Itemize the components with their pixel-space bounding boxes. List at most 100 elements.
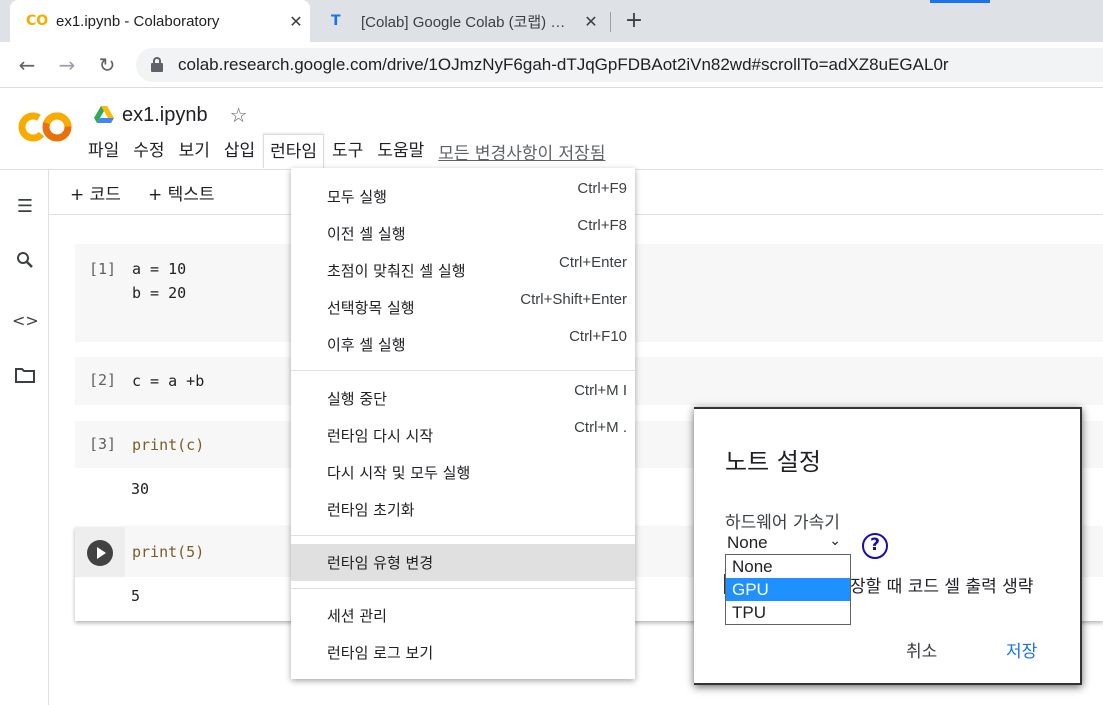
new-tab-button[interactable]: +: [618, 6, 650, 36]
menu-change-runtime-type[interactable]: 런타임 유형 변경: [291, 544, 635, 581]
menu-run-before[interactable]: 이전 셀 실행 Ctrl+F8: [291, 215, 635, 252]
omnibox[interactable]: colab.research.google.com/drive/1OJmzNyF…: [136, 48, 1103, 82]
code-line: b = 20: [132, 284, 187, 302]
hardware-accelerator-options: None GPU TPU: [725, 554, 851, 625]
colab-logo-icon[interactable]: [18, 110, 72, 144]
close-tab-icon[interactable]: ✕: [577, 12, 605, 31]
hardware-accelerator-select[interactable]: None ⌄: [727, 532, 845, 555]
hardware-accelerator-label: 하드웨어 가속기: [725, 513, 840, 533]
cancel-button[interactable]: 취소: [906, 637, 937, 662]
lock-icon: [150, 57, 164, 73]
menu-run-all[interactable]: 모두 실행 Ctrl+F9: [291, 178, 635, 215]
save-status-link[interactable]: 모든 변경사항이 저장됨: [438, 139, 605, 164]
tab-colab[interactable]: CO ex1.ipynb - Colaboratory ✕: [10, 0, 310, 42]
code-snippets-icon[interactable]: <>: [12, 308, 39, 334]
help-icon[interactable]: ?: [862, 533, 888, 559]
cell-prompt: [3]: [89, 435, 117, 453]
notebook-settings-dialog: 노트 설정 하드웨어 가속기 None ⌄ ? 장할 때 코드 셀 출력 생략 …: [694, 407, 1082, 685]
tab-title: [Colab] Google Colab (코랩) 환경: [361, 13, 577, 31]
notebook-title[interactable]: ex1.ipynb: [122, 104, 208, 127]
side-rail: ☰ <>: [0, 170, 49, 705]
url-text[interactable]: colab.research.google.com/drive/1OJmzNyF…: [178, 55, 949, 75]
menu-item-label: 이후 셀 실행: [327, 336, 406, 354]
add-code-button[interactable]: + 코드: [70, 180, 121, 205]
menu-bar: 파일 수정 보기 삽입 런타임 도구 도움말 모든 변경사항이 저장됨: [82, 134, 605, 168]
omit-output-label: 장할 때 코드 셀 출력 생략: [850, 577, 1034, 597]
table-of-contents-icon[interactable]: ☰: [12, 194, 38, 220]
menu-runtime[interactable]: 런타임: [263, 134, 325, 168]
folder-icon[interactable]: [12, 365, 38, 391]
menu-item-label: 실행 중단: [327, 390, 387, 408]
chevron-down-icon: ⌄: [829, 532, 841, 548]
tab-strip: CO ex1.ipynb - Colaboratory ✕ T [Colab] …: [0, 0, 1103, 42]
cell-prompt: [2]: [89, 371, 117, 389]
back-arrow-icon[interactable]: ←: [12, 50, 42, 80]
reload-icon[interactable]: ↻: [92, 50, 122, 80]
option-none[interactable]: None: [726, 555, 850, 578]
forward-arrow-icon[interactable]: →: [52, 50, 82, 80]
menu-item-shortcut: Ctrl+F8: [577, 217, 627, 234]
code-line: a = 10: [132, 260, 187, 278]
menu-separator: [291, 588, 635, 589]
cell-output: 30: [131, 480, 150, 498]
option-gpu[interactable]: GPU: [726, 578, 850, 601]
menu-separator: [291, 535, 635, 536]
menu-item-label: 다시 시작 및 모두 실행: [327, 464, 471, 482]
select-value: None: [727, 533, 768, 552]
tistory-favicon-icon: T: [331, 13, 341, 29]
tab-blog[interactable]: T [Colab] Google Colab (코랩) 환경 ✕: [315, 0, 605, 42]
dialog-title: 노트 설정: [725, 448, 821, 476]
menu-view[interactable]: 보기: [173, 134, 216, 168]
menu-help[interactable]: 도움말: [371, 134, 430, 168]
menu-item-label: 런타임 다시 시작: [327, 427, 434, 445]
tab-divider: [610, 12, 611, 32]
menu-manage-sessions[interactable]: 세션 관리: [291, 597, 635, 634]
tab-strip-accent: [930, 0, 990, 3]
menu-item-label: 초점이 맞춰진 셀 실행: [327, 262, 466, 280]
menu-interrupt[interactable]: 실행 중단 Ctrl+M I: [291, 380, 635, 417]
menu-item-label: 런타임 초기화: [327, 501, 415, 519]
menu-file[interactable]: 파일: [82, 134, 125, 168]
menu-tools[interactable]: 도구: [326, 134, 369, 168]
cell-code[interactable]: a = 10 b = 20: [132, 257, 186, 305]
menu-item-shortcut: Ctrl+M .: [574, 419, 627, 436]
menu-item-label: 모두 실행: [327, 188, 387, 206]
cell-code[interactable]: print(5): [132, 540, 204, 564]
add-text-button[interactable]: + 텍스트: [148, 180, 215, 205]
address-bar: ← → ↻ colab.research.google.com/drive/1O…: [0, 42, 1103, 88]
menu-factory-reset[interactable]: 런타임 초기화: [291, 491, 635, 528]
option-tpu[interactable]: TPU: [726, 601, 850, 624]
menu-item-label: 런타임 로그 보기: [327, 644, 434, 662]
menu-item-shortcut: Ctrl+Shift+Enter: [520, 291, 627, 308]
menu-restart-run-all[interactable]: 다시 시작 및 모두 실행: [291, 454, 635, 491]
menu-separator: [291, 370, 635, 371]
star-icon[interactable]: ☆: [230, 103, 248, 127]
search-icon[interactable]: [12, 251, 38, 277]
cell-prompt: [1]: [89, 260, 117, 278]
menu-view-runtime-logs[interactable]: 런타임 로그 보기: [291, 634, 635, 671]
menu-edit[interactable]: 수정: [127, 134, 170, 168]
menu-item-shortcut: Ctrl+F9: [577, 180, 627, 197]
menu-run-selection[interactable]: 선택항목 실행 Ctrl+Shift+Enter: [291, 289, 635, 326]
tab-title: ex1.ipynb - Colaboratory: [56, 12, 220, 30]
google-drive-icon[interactable]: [94, 106, 114, 124]
runtime-dropdown-menu: 모두 실행 Ctrl+F9 이전 셀 실행 Ctrl+F8 초점이 맞춰진 셀 …: [291, 168, 635, 679]
menu-item-label: 런타임 유형 변경: [327, 554, 434, 572]
cell-code[interactable]: print(c): [132, 433, 204, 457]
menu-item-label: 이전 셀 실행: [327, 225, 406, 243]
menu-insert[interactable]: 삽입: [218, 134, 261, 168]
close-tab-icon[interactable]: ✕: [282, 12, 310, 31]
notebook-title-row: ex1.ipynb ☆: [94, 102, 248, 128]
menu-item-label: 세션 관리: [327, 607, 387, 625]
save-button[interactable]: 저장: [1006, 637, 1037, 662]
menu-run-after[interactable]: 이후 셀 실행 Ctrl+F10: [291, 326, 635, 363]
menu-item-shortcut: Ctrl+M I: [574, 382, 627, 399]
menu-item-shortcut: Ctrl+Enter: [559, 254, 627, 271]
run-cell-button[interactable]: [87, 540, 113, 566]
cell-output: 5: [131, 587, 141, 605]
menu-item-label: 선택항목 실행: [327, 299, 415, 317]
cell-code[interactable]: c = a +b: [132, 369, 204, 393]
menu-run-focused[interactable]: 초점이 맞춰진 셀 실행 Ctrl+Enter: [291, 252, 635, 289]
colab-favicon-icon: CO: [26, 13, 49, 29]
menu-restart-runtime[interactable]: 런타임 다시 시작 Ctrl+M .: [291, 417, 635, 454]
